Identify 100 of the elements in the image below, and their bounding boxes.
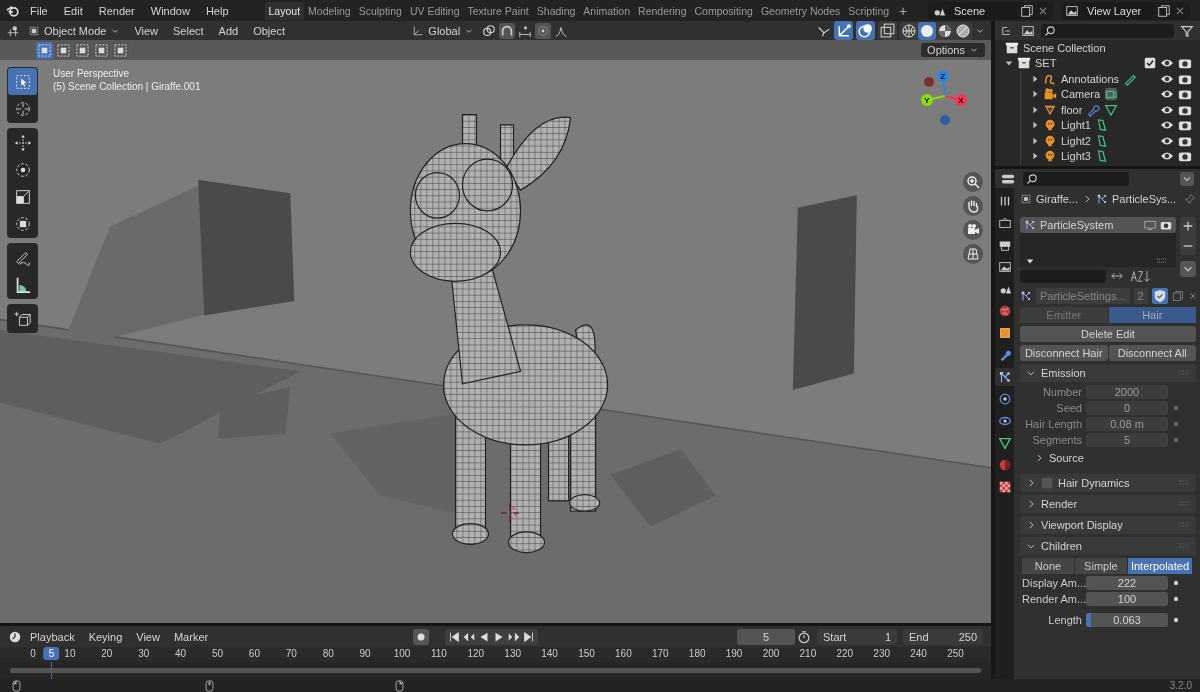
workspace-tab[interactable]: Modeling <box>304 1 355 20</box>
blender-logo-icon[interactable] <box>6 3 20 18</box>
current-frame-marker[interactable]: 5 <box>43 647 60 660</box>
caret-icon[interactable] <box>1180 261 1196 277</box>
chevron-icon[interactable] <box>1026 478 1036 488</box>
menu-item[interactable]: Help <box>199 4 235 17</box>
current-frame-field[interactable]: 5 <box>737 628 795 645</box>
filter-icon[interactable] <box>1180 23 1194 38</box>
end-frame-field[interactable]: End 250 <box>903 628 983 645</box>
image-icon[interactable] <box>1065 3 1079 18</box>
workspace-tab[interactable]: Compositing <box>690 1 757 20</box>
axis-handle[interactable]: Y <box>921 94 933 106</box>
chevron-icon[interactable] <box>1026 541 1036 551</box>
checkbox[interactable] <box>1144 57 1156 70</box>
menu-item[interactable]: Marker <box>167 630 215 643</box>
editor-type-icon[interactable] <box>6 23 20 38</box>
outliner-item-label[interactable]: Light1 <box>1061 119 1091 132</box>
chevron-icon[interactable] <box>1026 520 1036 530</box>
data-light-bulb-icon[interactable] <box>1095 118 1109 133</box>
menu-item[interactable]: Add <box>212 24 245 37</box>
grid-icon[interactable] <box>963 244 983 264</box>
menu-item[interactable]: Playback <box>24 630 81 643</box>
stopwatch-icon[interactable] <box>797 629 811 644</box>
solid-shading-icon[interactable] <box>918 21 936 40</box>
menu-item[interactable]: Window <box>144 4 196 17</box>
duplicate-icon[interactable] <box>1020 3 1034 18</box>
menu-item[interactable]: Keying <box>82 630 129 643</box>
panel-title[interactable]: Children <box>1041 540 1082 552</box>
panel-title[interactable]: Emission <box>1041 367 1086 379</box>
outliner-item-label[interactable]: Scene Collection <box>1023 41 1106 54</box>
workspace-tab[interactable]: Rendering <box>634 1 691 20</box>
keyframe-dot-icon[interactable] <box>1173 580 1179 586</box>
camera-icon[interactable] <box>963 220 983 240</box>
grip-icon[interactable] <box>1156 258 1168 264</box>
menu-item[interactable]: View <box>128 24 165 37</box>
outliner-item-label[interactable]: Annotations <box>1061 72 1120 85</box>
subpanel-title[interactable]: Source <box>1049 452 1084 464</box>
particles-icon[interactable] <box>1020 290 1032 302</box>
hand-icon[interactable] <box>963 196 983 216</box>
list-item[interactable]: ParticleSystem <box>1020 217 1176 233</box>
properties-tab[interactable] <box>995 368 1014 386</box>
panel-title[interactable]: Viewport Display <box>1041 519 1123 531</box>
search-field[interactable] <box>1023 171 1129 186</box>
gizmo-toggle-icon[interactable] <box>834 21 853 40</box>
record-icon[interactable] <box>413 628 430 645</box>
negative-axis-handle[interactable] <box>940 115 950 125</box>
disclosure-triangle-icon[interactable] <box>1031 136 1039 145</box>
menu-item[interactable]: Edit <box>57 4 89 17</box>
wrench-icon[interactable] <box>1086 102 1101 117</box>
data-light-bulb-icon[interactable] <box>1095 133 1109 148</box>
keyframe-dot-icon[interactable] <box>1173 617 1179 623</box>
choice-button[interactable]: Interpolated <box>1127 558 1192 574</box>
keyframe-dot-icon[interactable] <box>1173 596 1179 602</box>
panel-title[interactable]: Render <box>1041 498 1078 510</box>
menu-item[interactable]: Select <box>167 24 210 37</box>
breadcrumb-item[interactable]: Giraffe... <box>1036 193 1078 205</box>
workspace-tab[interactable]: Shading <box>532 1 580 20</box>
data-camera-object-icon[interactable] <box>1104 87 1119 102</box>
outliner-item-label[interactable]: Camera <box>1061 88 1101 101</box>
number-field[interactable]: 100 <box>1086 592 1168 606</box>
caret-icon[interactable] <box>1180 171 1194 186</box>
workspace-tab[interactable]: Layout <box>264 1 305 20</box>
start-frame-field[interactable]: Start 1 <box>817 628 897 645</box>
disclosure-triangle-icon[interactable] <box>1031 74 1039 83</box>
axis-handle[interactable]: Z <box>937 70 949 82</box>
axis-handle[interactable]: X <box>955 94 967 106</box>
data-light-bulb-icon[interactable] <box>1095 149 1109 164</box>
outliner-item-label[interactable]: SET <box>1035 57 1057 70</box>
choice-button[interactable]: Simple <box>1074 558 1127 574</box>
disclosure-triangle-icon[interactable] <box>1005 59 1013 68</box>
action-button[interactable]: Disconnect Hair <box>1020 345 1108 361</box>
overlay-toggle-icon[interactable] <box>856 21 875 40</box>
zoom-icon[interactable] <box>963 172 983 192</box>
menu-item[interactable]: File <box>24 4 54 17</box>
menu-item[interactable]: Object <box>247 24 291 37</box>
sort-alphabetical-icon[interactable] <box>1128 269 1152 283</box>
menu-item[interactable]: Render <box>92 4 141 17</box>
negative-axis-handle[interactable] <box>924 77 934 87</box>
disclosure-triangle-icon[interactable] <box>1031 152 1039 161</box>
magnet-icon[interactable] <box>499 22 516 39</box>
chevron-icon[interactable] <box>1034 453 1044 463</box>
workspace-tab[interactable]: Animation <box>579 1 635 20</box>
workspace-tab[interactable]: Scripting <box>844 1 894 20</box>
image-icon[interactable] <box>1021 23 1035 38</box>
panel-title[interactable]: Hair Dynamics <box>1058 477 1130 489</box>
scrollbar[interactable] <box>10 668 981 673</box>
checkbox[interactable] <box>1041 477 1053 489</box>
number-field[interactable]: 222 <box>1086 576 1168 590</box>
outliner-item-label[interactable]: Light3 <box>1061 150 1091 163</box>
number-field[interactable]: 0.063 <box>1086 613 1168 627</box>
data-mesh-object-icon[interactable] <box>1104 102 1119 117</box>
choice-button[interactable]: None <box>1022 558 1074 574</box>
proportional-icon[interactable] <box>535 22 552 39</box>
chevron-icon[interactable] <box>1026 499 1036 509</box>
close-icon[interactable] <box>1187 291 1198 301</box>
camera-icon[interactable] <box>1160 219 1172 231</box>
action-button[interactable]: Disconnect All <box>1108 345 1196 361</box>
workspace-tab[interactable]: Geometry Nodes <box>756 1 845 20</box>
duplicate-icon[interactable] <box>1157 3 1171 18</box>
chevron-icon[interactable] <box>1026 368 1036 378</box>
